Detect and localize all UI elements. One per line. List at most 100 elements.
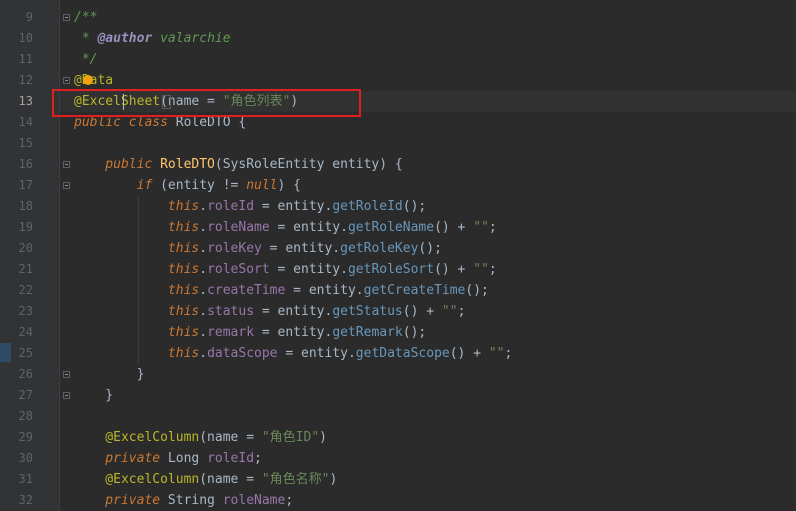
code-token: getDataScope: [355, 346, 450, 361]
code-token: createTime: [207, 283, 286, 298]
line-number: 9: [25, 10, 33, 24]
code-token: remark: [207, 325, 255, 340]
code-line[interactable]: this.status = entity.getStatus() + "";: [74, 301, 465, 322]
code-token: this: [74, 262, 200, 277]
line-number: 11: [18, 52, 33, 66]
code-token: (name =: [199, 430, 262, 445]
line-number: 29: [18, 430, 33, 444]
code-token: .: [199, 283, 208, 298]
code-token: }: [74, 388, 114, 403]
code-token: */: [74, 52, 98, 67]
code-token: String: [167, 493, 223, 508]
code-line[interactable]: }: [74, 364, 145, 385]
code-line[interactable]: @ExcelColumn(name = "角色ID"): [74, 427, 327, 448]
fold-toggle-icon[interactable]: [63, 392, 70, 399]
code-token: = entity.: [269, 262, 348, 277]
code-token: getRoleId: [332, 199, 403, 214]
line-number: 28: [18, 409, 33, 423]
code-token: = entity.: [261, 241, 341, 256]
code-line[interactable]: */: [74, 49, 98, 70]
fold-toggle-icon[interactable]: [63, 14, 70, 21]
code-token: ();: [402, 325, 427, 340]
line-number: 15: [18, 136, 33, 150]
lightbulb-icon[interactable]: [83, 75, 93, 85]
code-line[interactable]: this.remark = entity.getRemark();: [74, 322, 426, 343]
code-token: roleKey: [207, 241, 262, 256]
code-token: getRoleName: [347, 220, 435, 235]
fold-toggle-icon[interactable]: [63, 77, 70, 84]
code-line[interactable]: this.roleKey = entity.getRoleKey();: [74, 238, 442, 259]
line-number: 13: [18, 94, 33, 108]
fold-toggle-icon[interactable]: [63, 371, 70, 378]
code-token: = entity.: [285, 283, 364, 298]
code-token: this: [74, 220, 200, 235]
code-token: .: [199, 262, 208, 277]
code-token: this: [74, 283, 200, 298]
code-line[interactable]: this.roleId = entity.getRoleId();: [74, 196, 426, 217]
code-token: () +: [434, 220, 474, 235]
text-caret: [123, 94, 124, 110]
line-number: 21: [18, 262, 33, 276]
line-number: 18: [18, 199, 33, 213]
code-token: public: [74, 157, 161, 172]
code-token: valarchie: [152, 31, 231, 46]
code-token: roleId: [207, 199, 255, 214]
code-editor[interactable]: 9 /** 10 * @author valarchie 11 */ 12 @Data 13…: [0, 0, 796, 511]
code-token: = entity.: [254, 325, 333, 340]
code-token: RoleDTO: [160, 157, 215, 172]
code-token: Long: [167, 451, 208, 466]
code-token: ;: [285, 493, 294, 508]
code-token: private: [74, 451, 168, 466]
code-token: getStatus: [332, 304, 403, 319]
line-number: 16: [18, 157, 33, 171]
code-line[interactable]: this.roleSort = entity.getRoleSort() + "…: [74, 259, 497, 280]
code-token: () +: [449, 346, 489, 361]
code-token: getRoleSort: [347, 262, 435, 277]
code-token: *: [74, 31, 98, 46]
code-line[interactable]: }: [74, 385, 113, 406]
code-token: ();: [402, 199, 427, 214]
line-number: 22: [18, 283, 33, 297]
fold-toggle-icon[interactable]: [63, 182, 70, 189]
code-token: .: [199, 304, 208, 319]
code-token: @Data: [74, 73, 114, 88]
code-token: "": [441, 304, 458, 319]
code-token: ;: [504, 346, 513, 361]
code-token: this: [74, 241, 200, 256]
code-token: = entity.: [269, 220, 348, 235]
code-token: "角色名称": [261, 472, 330, 487]
code-token: roleId: [207, 451, 255, 466]
code-token: getCreateTime: [363, 283, 466, 298]
code-token: getRoleKey: [340, 241, 419, 256]
code-line[interactable]: if (entity != null) {: [74, 175, 301, 196]
code-line[interactable]: private Long roleId;: [74, 448, 262, 469]
code-token: this: [74, 346, 200, 361]
code-line[interactable]: * @author valarchie: [74, 28, 231, 49]
code-token: ();: [465, 283, 489, 298]
code-line[interactable]: public RoleDTO(SysRoleEntity entity) {: [74, 154, 402, 175]
code-line[interactable]: this.roleName = entity.getRoleName() + "…: [74, 217, 497, 238]
code-token: "": [488, 346, 505, 361]
code-token: () +: [434, 262, 474, 277]
code-token: this: [74, 199, 200, 214]
code-token: ;: [488, 220, 497, 235]
code-line[interactable]: private String roleName;: [74, 490, 293, 511]
code-token: (name =: [199, 472, 262, 487]
fold-toggle-icon[interactable]: [63, 161, 70, 168]
code-token: roleSort: [207, 262, 270, 277]
code-line[interactable]: this.createTime = entity.getCreateTime()…: [74, 280, 489, 301]
code-token: @author: [97, 31, 153, 46]
code-token: this: [74, 304, 200, 319]
code-token: @ExcelColumn: [74, 430, 200, 445]
code-line[interactable]: @ExcelColumn(name = "角色名称"): [74, 469, 337, 490]
line-number: 10: [18, 31, 33, 45]
code-token: /**: [74, 10, 98, 25]
code-line[interactable]: @Data: [74, 70, 113, 91]
code-line[interactable]: /**: [74, 7, 97, 28]
code-token: }: [74, 367, 145, 382]
code-token: () +: [402, 304, 442, 319]
code-token: this: [74, 325, 200, 340]
line-number: 14: [18, 115, 33, 129]
code-line[interactable]: this.dataScope = entity.getDataScope() +…: [74, 343, 512, 364]
left-tool-strip: [0, 0, 11, 511]
